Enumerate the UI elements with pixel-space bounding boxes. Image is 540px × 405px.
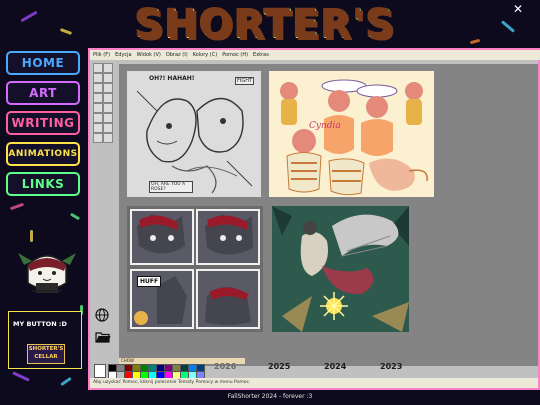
picker-tool-icon[interactable] <box>93 83 103 93</box>
cyndia-label: Cyndia <box>309 121 341 131</box>
text-tool-icon[interactable] <box>103 103 113 113</box>
my-button-label: MY BUTTON :D <box>13 320 67 328</box>
footer-text: FallShorter 2024 - forever :3 <box>227 393 313 400</box>
nav-links-button[interactable]: LINKS <box>6 172 80 196</box>
globe-icon[interactable] <box>95 308 109 322</box>
menu-edit[interactable]: Edycja <box>115 52 132 58</box>
airbrush-tool-icon[interactable] <box>93 103 103 113</box>
year-tab-2023[interactable]: 2023 <box>380 362 402 371</box>
sticker-text: HUFF <box>137 276 162 287</box>
art-thumbnail-dark[interactable] <box>272 206 409 332</box>
free-select-tool-icon[interactable] <box>93 63 103 73</box>
menu-file[interactable]: Plik (F) <box>93 52 110 58</box>
line-tool-icon[interactable] <box>93 113 103 123</box>
sketch-text-3: OH, ARE YOU A ROSE? <box>149 181 193 193</box>
nav-home-button[interactable]: HOME <box>6 51 80 75</box>
ellipse-tool-icon[interactable] <box>93 133 103 143</box>
close-icon[interactable]: ✕ <box>513 2 523 16</box>
paint-window: Plik (F) Edycja Widok (V) Obraz (I) Kolo… <box>88 48 540 390</box>
rounded-rect-tool-icon[interactable] <box>103 133 113 143</box>
site-title: SHORTER'S CELLAR <box>40 2 490 94</box>
menu-help[interactable]: Pomoc (H) <box>222 52 248 58</box>
brush-tool-icon[interactable] <box>103 93 113 103</box>
polygon-tool-icon[interactable] <box>103 123 113 133</box>
site-button-badge[interactable]: SHORTER'S CELLAR <box>27 344 65 364</box>
menu-extras[interactable]: Extras <box>253 52 269 58</box>
folder-icon[interactable] <box>95 331 111 343</box>
current-color-swatch[interactable] <box>94 364 106 378</box>
art-thumbnail-stickers[interactable]: HUFF <box>127 206 263 332</box>
my-button-box: MY BUTTON :D SHORTER'S CELLAR <box>8 311 82 369</box>
menu-image[interactable]: Obraz (I) <box>166 52 188 58</box>
menu-colors[interactable]: Kolory (C) <box>193 52 218 58</box>
color-palette <box>94 364 214 379</box>
year-tab-2025[interactable]: 2025 <box>268 362 290 371</box>
eraser-tool-icon[interactable] <box>93 73 103 83</box>
art-thumbnail-sketch[interactable]: OH?! HAHAH! FIGHT OH, ARE YOU A ROSE? <box>127 71 261 197</box>
sketch-text-1: OH?! HAHAH! <box>149 75 195 82</box>
year-tab-2026[interactable]: 2026 <box>214 362 236 371</box>
select-tool-icon[interactable] <box>103 63 113 73</box>
year-tab-2024[interactable]: 2024 <box>324 362 346 371</box>
mascot-illustration <box>18 253 76 293</box>
art-thumbnail-cyndia[interactable]: Cyndia <box>269 71 434 197</box>
paint-canvas[interactable]: OH?! HAHAH! FIGHT OH, ARE YOU A ROSE? Cy… <box>119 64 538 366</box>
rectangle-tool-icon[interactable] <box>93 123 103 133</box>
paint-toolbox <box>93 63 113 148</box>
magnifier-tool-icon[interactable] <box>103 83 113 93</box>
nav-animations-button[interactable]: ANIMATIONS <box>6 142 80 166</box>
fill-tool-icon[interactable] <box>103 73 113 83</box>
nav-writing-button[interactable]: WRITING <box>6 111 80 135</box>
curve-tool-icon[interactable] <box>103 113 113 123</box>
paint-statusbar: Aby uzyskać Pomoc, kliknij polecenie Tem… <box>90 378 538 388</box>
nav-art-button[interactable]: ART <box>6 81 80 105</box>
pencil-tool-icon[interactable] <box>93 93 103 103</box>
sketch-text-2: FIGHT <box>235 77 255 85</box>
menu-view[interactable]: Widok (V) <box>137 52 161 58</box>
paint-menubar: Plik (F) Edycja Widok (V) Obraz (I) Kolo… <box>90 50 540 60</box>
